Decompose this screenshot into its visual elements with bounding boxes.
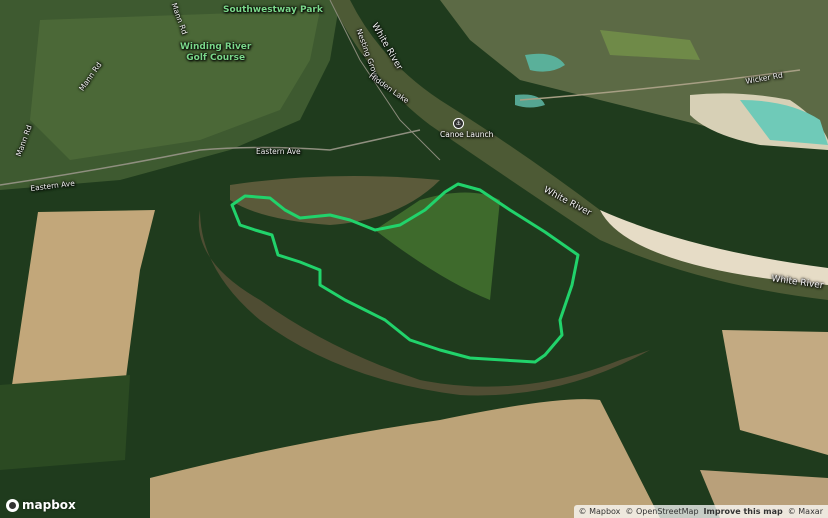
canoe-launch-icon[interactable]: ⚓ <box>453 118 464 129</box>
canoe-launch-label[interactable]: Canoe Launch <box>440 131 493 139</box>
attribution-mapbox-link[interactable]: © Mapbox <box>579 507 621 516</box>
map-canvas[interactable]: Southwestway Park Winding River Golf Cou… <box>0 0 828 518</box>
golf-course-label[interactable]: Winding River Golf Course <box>180 42 251 64</box>
mapbox-logo[interactable]: mapbox <box>6 498 76 512</box>
mapbox-logo-icon <box>6 498 19 512</box>
mapbox-logo-text: mapbox <box>22 498 76 512</box>
road-label-eastern-ave-1: Eastern Ave <box>256 147 301 156</box>
improve-map-link[interactable]: Improve this map <box>704 507 783 516</box>
park-label[interactable]: Southwestway Park <box>223 6 323 15</box>
attribution-maxar-link[interactable]: © Maxar <box>788 507 823 516</box>
satellite-imagery <box>0 0 828 518</box>
attribution-bar: © Mapbox © OpenStreetMap Improve this ma… <box>573 505 828 518</box>
attribution-osm-link[interactable]: © OpenStreetMap <box>625 507 698 516</box>
